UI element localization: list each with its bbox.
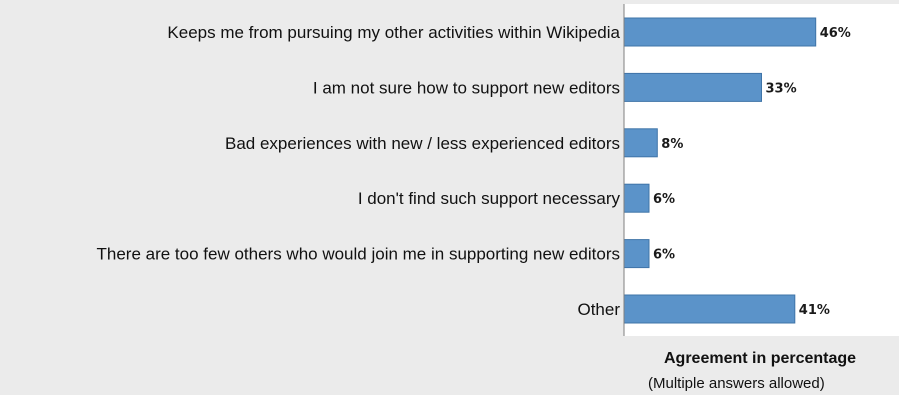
category-label: Keeps me from pursuing my other activiti… [167, 23, 620, 42]
bar [623, 72, 762, 102]
bar [623, 294, 796, 324]
value-label: 46% [820, 26, 851, 41]
category-label: Bad experiences with new / less experien… [225, 134, 620, 153]
bar [623, 183, 650, 213]
value-label: 33% [766, 81, 797, 96]
x-axis-title: Agreement in percentage [664, 350, 856, 367]
plot-area [624, 4, 899, 336]
category-label: I am not sure how to support new editors [313, 78, 620, 97]
bar [623, 17, 817, 47]
category-label: Other [577, 300, 620, 319]
category-label: I don't find such support necessary [358, 189, 621, 208]
category-labels-group: Keeps me from pursuing my other activiti… [96, 23, 620, 319]
value-label: 6% [653, 248, 675, 263]
bar-chart: Keeps me from pursuing my other activiti… [96, 4, 899, 392]
value-label: 41% [799, 303, 830, 318]
value-label: 6% [653, 192, 675, 207]
category-label: There are too few others who would join … [96, 245, 620, 264]
bar [623, 128, 658, 158]
bar [623, 239, 650, 269]
value-label: 8% [661, 137, 683, 152]
x-axis-note: (Multiple answers allowed) [648, 375, 825, 392]
